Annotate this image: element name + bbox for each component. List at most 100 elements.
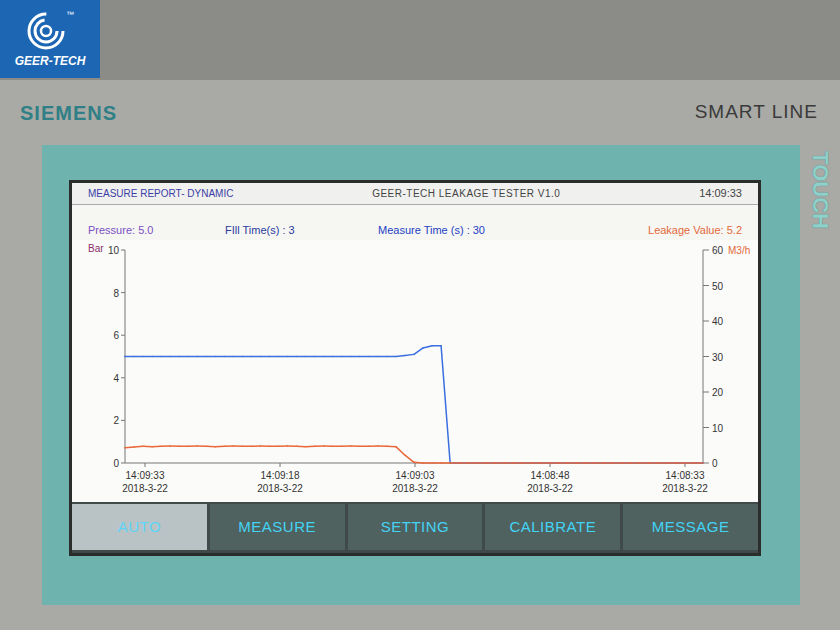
- data-point: [595, 462, 604, 464]
- bezel-left: [0, 145, 42, 605]
- data-point: [613, 462, 622, 464]
- data-point: [152, 356, 161, 358]
- data-point: [568, 462, 577, 464]
- data-point: [658, 462, 667, 464]
- data-point: [504, 462, 513, 464]
- data-point: [260, 356, 269, 358]
- function-key[interactable]: AUTO: [72, 504, 207, 550]
- data-point: [667, 462, 676, 464]
- data-point: [396, 447, 405, 456]
- data-point: [559, 462, 568, 464]
- date-label: 2018-3-22: [257, 483, 303, 494]
- report-title: MEASURE REPORT- DYNAMIC: [88, 186, 233, 201]
- data-point: [658, 462, 667, 464]
- data-point: [161, 445, 170, 447]
- data-point: [306, 446, 315, 448]
- data-point: [432, 345, 441, 347]
- readings-row: Pressure: 5.0FIll Time(s) : 3Measure Tim…: [72, 205, 758, 240]
- hmi-photo: ™GEER-TECHSIEMENSSMART LINEMEASURE REPOR…: [0, 0, 840, 630]
- data-point: [694, 462, 703, 464]
- data-point: [667, 462, 676, 464]
- data-point: [342, 445, 351, 447]
- time-label: 14:08:33: [666, 470, 705, 481]
- touch-label: TOUCH: [804, 151, 837, 229]
- key-label: CALIBRATE: [509, 516, 596, 539]
- data-point: [531, 462, 540, 464]
- data-point: [468, 462, 477, 464]
- data-point: [297, 356, 306, 358]
- report-header: MEASURE REPORT- DYNAMICGEER-TECH LEAKAGE…: [72, 183, 758, 205]
- data-point: [577, 462, 586, 464]
- data-point: [233, 445, 242, 447]
- data-point: [549, 462, 558, 464]
- data-point: [197, 445, 206, 447]
- data-point: [396, 355, 405, 356]
- data-point: [315, 356, 324, 358]
- function-key[interactable]: SETTING: [348, 504, 483, 550]
- chart-canvas: Bar1086420M3/h605040302010014:09:332018-…: [72, 240, 758, 502]
- time-label: 14:09:03: [396, 470, 435, 481]
- date-label: 2018-3-22: [392, 483, 438, 494]
- key-label: MEASURE: [238, 516, 316, 539]
- time-tick: [280, 463, 281, 467]
- data-point: [188, 445, 197, 447]
- data-point: [360, 446, 369, 448]
- time-label: 14:08:48: [531, 470, 570, 481]
- data-point: [288, 356, 297, 358]
- middle-ring-icon: [35, 20, 57, 42]
- trend-line: [125, 446, 703, 463]
- date-label: 2018-3-22: [662, 483, 708, 494]
- data-point: [631, 462, 640, 464]
- function-key[interactable]: CALIBRATE: [485, 504, 620, 550]
- data-point: [369, 356, 378, 358]
- data-point: [568, 462, 577, 464]
- data-point: [279, 445, 288, 447]
- series-axis-group: [125, 446, 703, 463]
- data-point: [513, 462, 522, 464]
- data-point: [270, 446, 279, 448]
- top-strip: ™GEER-TECH: [0, 0, 840, 80]
- left-tick-label: 6: [113, 330, 119, 341]
- time-axis: [125, 463, 703, 464]
- data-point: [351, 445, 360, 447]
- clock: 14:09:33: [699, 185, 742, 202]
- key-label: SETTING: [381, 516, 450, 539]
- data-point: [215, 446, 224, 448]
- trademark: ™: [66, 11, 74, 19]
- data-point: [260, 445, 269, 447]
- key-label: MESSAGE: [652, 516, 730, 539]
- data-point: [540, 462, 549, 464]
- data-point: [306, 356, 315, 358]
- data-point: [468, 462, 477, 464]
- data-point: [676, 462, 685, 464]
- reading: Leakage Value: 5.2: [648, 222, 742, 239]
- data-point: [549, 462, 558, 464]
- data-point: [622, 462, 631, 464]
- function-key[interactable]: MESSAGE: [623, 504, 758, 550]
- function-key[interactable]: MEASURE: [210, 504, 345, 550]
- data-point: [613, 462, 622, 464]
- left-tick: [121, 420, 125, 421]
- outer-ring-icon: [29, 14, 63, 48]
- data-point: [604, 462, 613, 464]
- right-tick-label: 0: [712, 458, 718, 469]
- data-point: [595, 462, 604, 464]
- right-tick-label: 60: [712, 245, 724, 256]
- data-point: [324, 356, 333, 358]
- right-tick: [703, 250, 709, 251]
- data-point: [676, 462, 685, 464]
- data-point: [685, 462, 694, 464]
- data-point: [206, 356, 215, 358]
- data-point: [134, 356, 143, 358]
- data-point: [224, 445, 233, 447]
- panel-row: MEASURE REPORT- DYNAMICGEER-TECH LEAKAGE…: [0, 145, 840, 605]
- logo-mark: ™: [26, 11, 74, 51]
- data-point: [441, 346, 450, 463]
- data-point: [224, 356, 233, 358]
- right-unit: M3/h: [728, 245, 750, 256]
- right-tick: [703, 321, 709, 322]
- data-point: [685, 462, 694, 464]
- left-tick: [121, 250, 125, 251]
- data-point: [432, 462, 441, 464]
- inner-ring-icon: [41, 26, 51, 36]
